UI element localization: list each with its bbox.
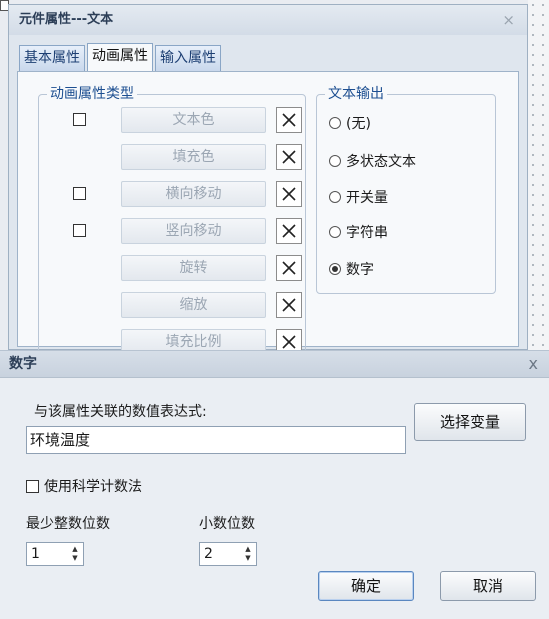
horizontal-move-button[interactable]: 横向移动 [121,181,266,207]
close-icon[interactable]: × [502,11,515,29]
animation-row-horizontal-move: 横向移动 [39,181,305,207]
ok-button[interactable]: 确定 [318,571,414,601]
text-output-option-switch[interactable]: 开关量 [329,187,388,209]
tab-input-properties[interactable]: 输入属性 [155,45,221,71]
close-x-icon [282,187,296,201]
animation-row-text-color: 文本色 [39,107,305,133]
decimal-digits-label: 小数位数 [199,516,255,532]
decimal-digits-value: 2 [204,546,213,562]
select-variable-button[interactable]: 选择变量 [414,403,526,441]
horizontal-move-checkbox[interactable] [73,187,86,200]
scale-button[interactable]: 缩放 [121,292,266,318]
radio-icon[interactable] [329,191,341,203]
animation-row-fill-color: 填充色 [39,144,305,170]
close-x-icon [282,261,296,275]
close-x-icon [282,224,296,238]
text-output-legend: 文本输出 [325,85,387,103]
radio-icon[interactable] [329,155,341,167]
text-color-clear-button[interactable] [276,107,302,133]
text-output-option-none[interactable]: (无) [329,113,371,135]
radio-selected-icon[interactable] [329,263,341,275]
cancel-button[interactable]: 取消 [440,571,536,601]
tab-animation-properties[interactable]: 动画属性 [87,43,153,71]
animation-row-scale: 缩放 [39,292,305,318]
scale-clear-button[interactable] [276,292,302,318]
text-output-option-number[interactable]: 数字 [329,259,374,281]
number-format-dialog: 数字 x 与该属性关联的数值表达式: 环境温度 选择变量 使用科学计数法 最少整… [0,350,549,619]
tab-bar: 基本属性 动画属性 输入属性 [19,43,223,71]
text-color-checkbox[interactable] [73,113,86,126]
element-properties-dialog: 元件属性---文本 × 基本属性 动画属性 输入属性 动画属性类型 文本色 填充… [8,4,528,364]
close-x-icon [282,113,296,127]
text-output-option-string[interactable]: 字符串 [329,222,388,244]
text-output-option-label: 开关量 [346,190,388,206]
scientific-notation-label: 使用科学计数法 [44,479,142,495]
tab-basic-properties[interactable]: 基本属性 [19,45,85,71]
radio-icon[interactable] [329,226,341,238]
close-x-icon [282,298,296,312]
animation-properties-panel: 动画属性类型 文本色 填充色 横向移动 竖向移动 旋转 缩放 填充比例 文本输出… [17,71,519,364]
min-integer-digits-label: 最少整数位数 [26,516,110,532]
animation-row-vertical-move: 竖向移动 [39,218,305,244]
expression-input[interactable]: 环境温度 [26,426,406,454]
stepper-arrows-icon[interactable]: ▲ ▼ [70,545,80,563]
vertical-move-checkbox[interactable] [73,224,86,237]
decimal-digits-stepper[interactable]: 2 ▲ ▼ [199,542,257,566]
horizontal-move-clear-button[interactable] [276,181,302,207]
number-format-title: 数字 [0,351,549,378]
stepper-arrows-icon[interactable]: ▲ ▼ [243,545,253,563]
fill-color-clear-button[interactable] [276,144,302,170]
close-x-icon [282,335,296,349]
rotate-clear-button[interactable] [276,255,302,281]
rotate-button[interactable]: 旋转 [121,255,266,281]
close-icon[interactable]: x [529,354,538,373]
animation-type-legend: 动画属性类型 [47,85,137,103]
animation-type-group: 动画属性类型 文本色 填充色 横向移动 竖向移动 旋转 缩放 填充比例 [38,85,306,364]
scientific-notation-checkbox[interactable] [26,480,39,493]
text-output-option-label: 多状态文本 [346,154,416,170]
radio-icon[interactable] [329,117,341,129]
text-output-option-label: (无) [346,116,371,132]
element-properties-title: 元件属性---文本 [9,5,527,35]
text-output-option-label: 字符串 [346,225,388,241]
expression-label: 与该属性关联的数值表达式: [34,404,207,420]
text-color-button[interactable]: 文本色 [121,107,266,133]
fill-color-button[interactable]: 填充色 [121,144,266,170]
vertical-move-clear-button[interactable] [276,218,302,244]
vertical-move-button[interactable]: 竖向移动 [121,218,266,244]
text-output-option-multistate[interactable]: 多状态文本 [329,151,416,173]
canvas-dotted-grid [528,0,549,350]
min-integer-digits-stepper[interactable]: 1 ▲ ▼ [26,542,84,566]
text-output-option-label: 数字 [346,262,374,278]
close-x-icon [282,150,296,164]
animation-row-rotate: 旋转 [39,255,305,281]
min-integer-digits-value: 1 [31,546,40,562]
text-output-group: 文本输出 (无) 多状态文本 开关量 字符串 数字 [316,85,496,294]
